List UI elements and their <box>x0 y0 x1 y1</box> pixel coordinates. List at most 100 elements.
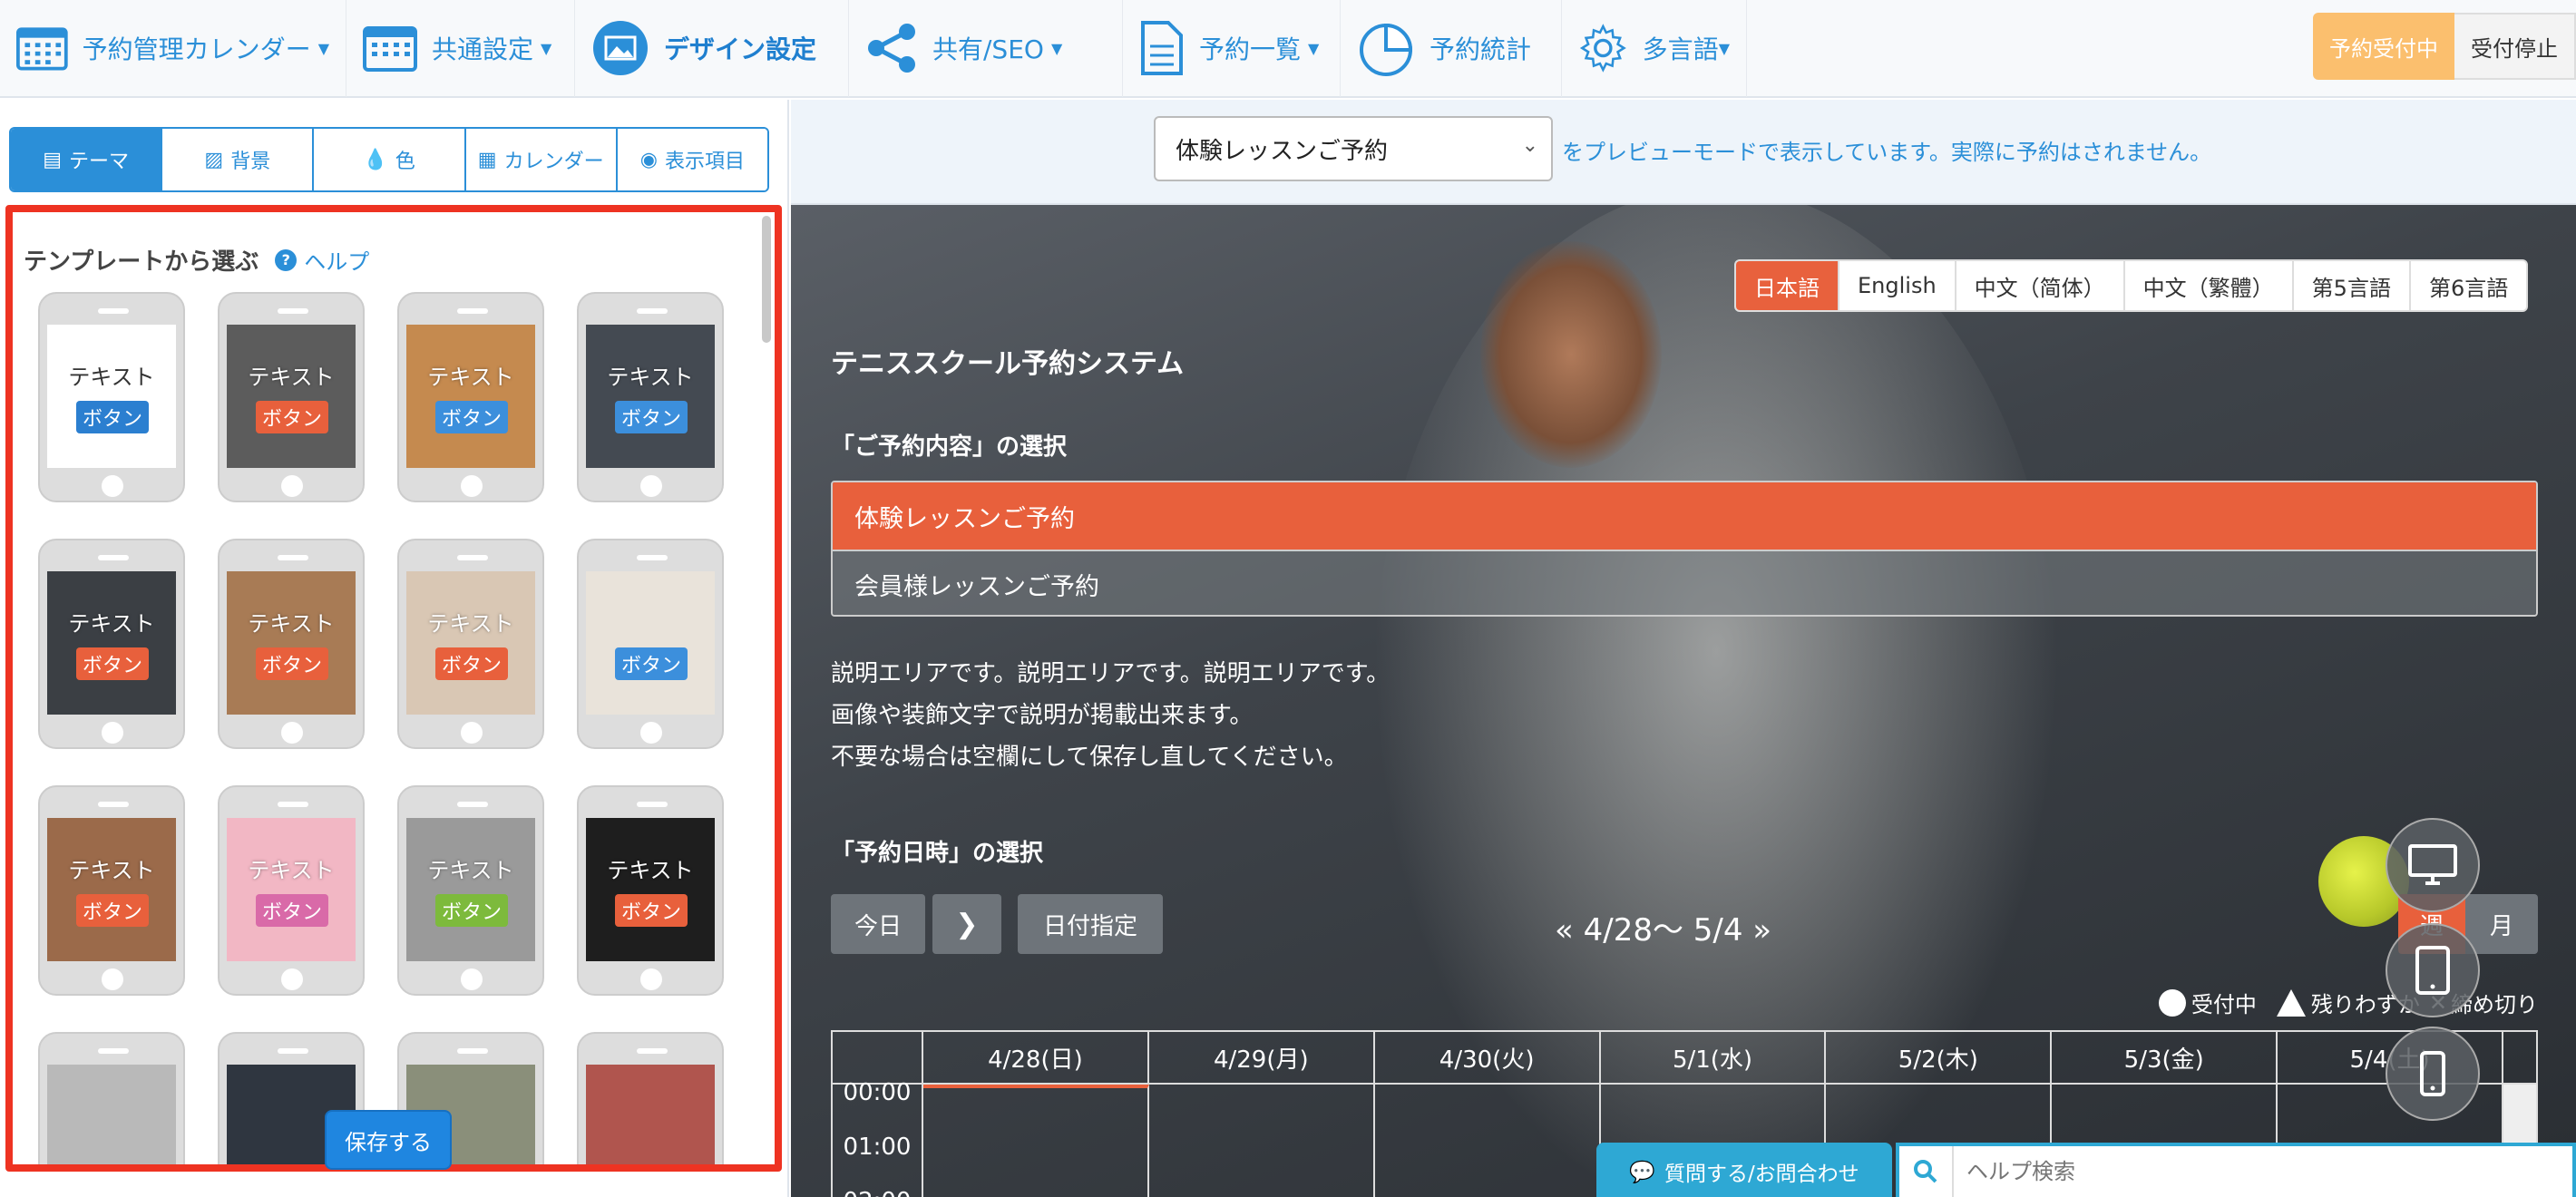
template-option[interactable]: テキスト ボタン <box>38 785 185 996</box>
template-button: ボタン <box>615 894 688 927</box>
template-button: ボタン <box>256 647 328 680</box>
date-range[interactable]: « 4/28〜 5/4 » <box>1555 905 1771 949</box>
smartphone-view-button[interactable] <box>2386 1027 2480 1121</box>
nav-booking-calendar[interactable]: 予約管理カレンダー ▼ <box>0 0 346 97</box>
day-column[interactable] <box>923 1085 1149 1197</box>
calendar-header: 4/28(日) 4/29(月) 4/30(火) 5/1(水) 5/2(木) 5/… <box>833 1032 2536 1085</box>
lang-option[interactable]: English <box>1839 261 1956 310</box>
nav-multilingual[interactable]: 多言語 ▼ <box>1562 0 1747 97</box>
template-heading: テンプレートから選ぶ ? ヘルプ <box>24 243 369 277</box>
tab-background[interactable]: ▨ 背景 <box>162 129 315 190</box>
phone-speaker <box>637 308 668 314</box>
nav-design-settings[interactable]: デザイン設定 <box>575 0 849 97</box>
phone-speaker <box>457 802 488 807</box>
tab-label: 表示項目 <box>665 151 746 173</box>
menu-list: 体験レッスンご予約 会員様レッスンご予約 <box>831 481 2538 617</box>
desktop-view-button[interactable] <box>2386 818 2480 912</box>
tab-color[interactable]: 💧 色 <box>314 129 466 190</box>
template-option[interactable]: テキスト ボタン <box>397 785 544 996</box>
lang-option[interactable]: 日本語 <box>1736 261 1839 310</box>
template-option[interactable]: テキスト ボタン <box>218 539 365 749</box>
template-text: テキスト <box>607 365 694 390</box>
calendar-grid-icon <box>363 26 417 72</box>
tablet-icon <box>2415 946 2450 995</box>
template-option[interactable]: テキスト ボタン <box>38 292 185 502</box>
time-label: 02:00 <box>833 1188 922 1197</box>
calendar-grid-icon <box>16 27 68 71</box>
tab-theme[interactable]: ▤ テーマ <box>11 129 163 190</box>
template-option[interactable]: テキスト ボタン <box>38 539 185 749</box>
lang-option[interactable]: 第6言語 <box>2411 261 2526 310</box>
nav-share-seo[interactable]: 共有/SEO ▼ <box>849 0 1123 97</box>
phone-home-button <box>461 968 483 990</box>
nav-label: 予約管理カレンダー <box>82 34 311 64</box>
template-option[interactable]: テキスト ボタン <box>218 292 365 502</box>
time-header <box>833 1032 923 1083</box>
nav-label: 共有/SEO <box>932 34 1044 64</box>
help-label: ヘルプ <box>304 249 370 275</box>
design-tabs: ▤ テーマ ▨ 背景 💧 色 ▦ カレンダー ◉ 表示項目 <box>9 127 769 192</box>
template-text: テキスト <box>68 611 155 637</box>
menu-item-member-lesson[interactable]: 会員様レッスンご予約 <box>833 550 2536 615</box>
chevron-down-icon: ▼ <box>317 39 329 57</box>
template-button: ボタン <box>435 401 508 433</box>
drop-icon: 💧 <box>363 148 388 171</box>
template-option[interactable]: テキスト ボタン <box>577 785 724 996</box>
template-scrollbar[interactable] <box>762 216 771 343</box>
tab-label: テーマ <box>68 151 129 173</box>
month-view-button[interactable]: 月 <box>2465 894 2538 954</box>
language-selector: 日本語 English 中文（简体） 中文（繁體） 第5言語 第6言語 <box>1734 259 2529 312</box>
template-option[interactable] <box>577 1032 724 1164</box>
chevron-down-icon: ▼ <box>1050 39 1063 57</box>
tablet-view-button[interactable] <box>2386 923 2480 1017</box>
template-screen: ボタン <box>586 571 715 715</box>
course-select[interactable]: 体験レッスンご予約 ⌄ <box>1154 116 1553 181</box>
template-option[interactable]: テキスト ボタン <box>218 785 365 996</box>
template-chooser: テンプレートから選ぶ ? ヘルプ テキスト ボタン テキスト ボタン テキスト ボタン テキス… <box>5 205 782 1172</box>
day-column[interactable] <box>1149 1085 1375 1197</box>
next-button[interactable]: ❯ <box>932 894 1001 954</box>
accepting-button[interactable]: 予約受付中 <box>2313 13 2454 80</box>
contact-button[interactable]: 💬 質問する/お問合わせ <box>1596 1143 1892 1197</box>
chevron-down-icon: ▼ <box>1718 39 1730 57</box>
help-search <box>1896 1143 2576 1197</box>
lang-option[interactable]: 中文（简体） <box>1956 261 2125 310</box>
save-button[interactable]: 保存する <box>325 1110 452 1170</box>
help-link[interactable]: ? ヘルプ <box>275 244 369 276</box>
phone-speaker <box>278 555 308 560</box>
template-option[interactable]: ボタン <box>577 539 724 749</box>
stop-accepting-button[interactable]: 受付停止 <box>2454 13 2576 80</box>
template-option[interactable]: テキスト ボタン <box>397 292 544 502</box>
player-head <box>1480 241 1662 468</box>
template-screen: テキスト ボタン <box>586 325 715 468</box>
day-column[interactable] <box>1375 1085 1601 1197</box>
template-option[interactable] <box>38 1032 185 1164</box>
lang-option[interactable]: 中文（繁體） <box>2125 261 2294 310</box>
date-pick-button[interactable]: 日付指定 <box>1018 894 1163 954</box>
contact-label: 質問する/お問合わせ <box>1664 1163 1859 1186</box>
phone-speaker <box>278 802 308 807</box>
template-option[interactable]: テキスト ボタン <box>577 292 724 502</box>
day-header: 5/1(水) <box>1601 1032 1827 1083</box>
day-header: 5/2(木) <box>1826 1032 2053 1083</box>
template-text: テキスト <box>248 858 335 883</box>
lang-option[interactable]: 第5言語 <box>2294 261 2411 310</box>
menu-item-trial-lesson[interactable]: 体験レッスンご予約 <box>833 482 2536 550</box>
template-button: ボタン <box>615 401 688 433</box>
help-search-input[interactable] <box>1954 1159 2498 1184</box>
document-icon: ▤ <box>43 148 62 171</box>
nav-common-settings[interactable]: 共通設定 ▼ <box>346 0 575 97</box>
template-button: ボタン <box>76 401 149 433</box>
template-text: テキスト <box>427 365 514 390</box>
template-screen: テキスト ボタン <box>406 818 535 961</box>
tab-calendar[interactable]: ▦ カレンダー <box>465 129 618 190</box>
today-button[interactable]: 今日 <box>831 894 925 954</box>
phone-speaker <box>278 308 308 314</box>
phone-home-button <box>281 475 303 497</box>
section-heading-menu: 「ご予約内容」の選択 <box>831 433 1068 461</box>
nav-booking-stats[interactable]: 予約統計 <box>1341 0 1562 97</box>
template-option[interactable]: テキスト ボタン <box>397 539 544 749</box>
tab-display-items[interactable]: ◉ 表示項目 <box>617 129 767 190</box>
image-circle-icon <box>593 21 648 75</box>
nav-booking-list[interactable]: 予約一覧 ▼ <box>1123 0 1341 97</box>
